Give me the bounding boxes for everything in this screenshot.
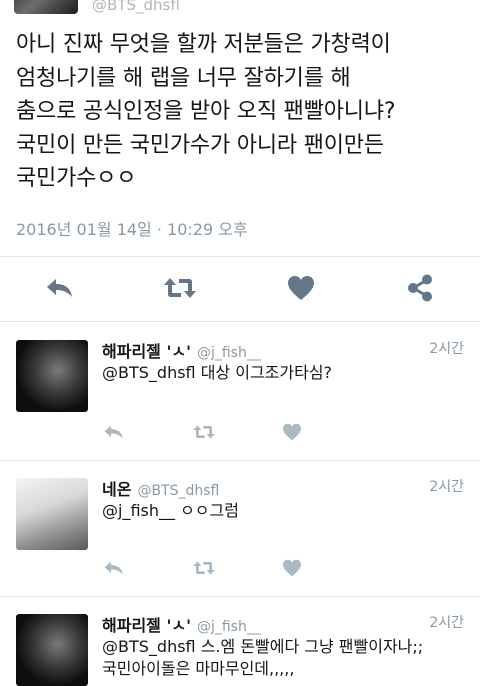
- like-button[interactable]: [280, 556, 304, 580]
- divider: [0, 596, 480, 597]
- avatar[interactable]: [16, 614, 88, 686]
- reply-author-handle: @BTS_dhsfl: [137, 483, 220, 499]
- retweet-button[interactable]: [192, 556, 216, 580]
- reply-text: @BTS_dhsfl 대상 이그조가타심?: [102, 362, 462, 384]
- avatar[interactable]: [16, 478, 88, 550]
- share-icon: [408, 274, 432, 302]
- reply-line: 국민아이돌은 마마무인데,,,,,: [102, 659, 295, 678]
- retweet-icon: [164, 278, 196, 298]
- heart-icon: [288, 276, 314, 300]
- reply-author-handle: @j_fish__: [196, 345, 261, 361]
- reply-author[interactable]: 해파리젤 'ㅅ' @j_fish__: [102, 338, 261, 362]
- retweet-icon: [193, 425, 215, 439]
- reply-author-handle: @j_fish__: [196, 619, 261, 635]
- tweet-line: 아니 진짜 무엇을 할까 저분들은 가창력이: [16, 32, 391, 57]
- reply-author-name: 네온: [102, 480, 132, 499]
- reply-time: 2시간: [429, 479, 464, 495]
- divider: [0, 256, 480, 257]
- reply-time: 2시간: [429, 615, 464, 631]
- reply-author[interactable]: 네온 @BTS_dhsfl: [102, 476, 219, 500]
- reply-button[interactable]: [102, 420, 126, 444]
- tweet-line: 국민가수ㅇㅇ: [16, 166, 137, 191]
- like-button[interactable]: [281, 268, 321, 308]
- reply-actions: [102, 556, 322, 580]
- reply-line: @BTS_dhsfl 스.엠 돈빨에다 그냥 팬빨이자나;;: [102, 637, 424, 656]
- reply-tweet[interactable]: 네온 @BTS_dhsfl 2시간 @j_fish__ ㅇㅇ그럼: [0, 476, 480, 594]
- heart-icon: [283, 559, 301, 577]
- tweet-line: 춤으로 공식인정을 받아 오직 팬빨아니냐?: [16, 99, 396, 124]
- retweet-button[interactable]: [192, 420, 216, 444]
- divider: [0, 460, 480, 461]
- avatar[interactable]: [16, 340, 88, 412]
- main-tweet-text: 아니 진짜 무엇을 할까 저분들은 가창력이 엄청나기를 해 랩을 너무 잘하기…: [16, 28, 478, 196]
- tweet-timestamp: 2016년 01월 14일 · 10:29 오후: [16, 220, 248, 239]
- avatar[interactable]: [14, 0, 78, 14]
- share-button[interactable]: [400, 268, 440, 308]
- reply-author[interactable]: 해파리젤 'ㅅ' @j_fish__: [102, 612, 261, 636]
- reply-author-name: 해파리젤 'ㅅ': [102, 616, 191, 635]
- heart-icon: [283, 423, 301, 441]
- reply-tweet[interactable]: 해파리젤 'ㅅ' @j_fish__ 2시간 @BTS_dhsfl 대상 이그조가…: [0, 338, 480, 458]
- reply-actions: [102, 420, 322, 444]
- main-tweet-actions: [0, 268, 480, 308]
- top-handle: @BTS_dhsfl: [92, 0, 180, 14]
- reply-button[interactable]: [102, 556, 126, 580]
- retweet-button[interactable]: [160, 268, 200, 308]
- reply-button[interactable]: [40, 268, 80, 308]
- reply-icon: [104, 561, 123, 575]
- reply-tweet[interactable]: 해파리젤 'ㅅ' @j_fish__ 2시간 @BTS_dhsfl 스.엠 돈빨에…: [0, 612, 480, 686]
- reply-line: @BTS_dhsfl 대상 이그조가타심?: [102, 363, 333, 382]
- reply-text: @BTS_dhsfl 스.엠 돈빨에다 그냥 팬빨이자나;; 국민아이돌은 마마…: [102, 636, 462, 680]
- tweet-line: 엄청나기를 해 랩을 너무 잘하기를 해: [16, 65, 351, 91]
- reply-line: @j_fish__ ㅇㅇ그럼: [102, 501, 239, 520]
- divider: [0, 321, 480, 322]
- reply-icon: [47, 279, 72, 297]
- reply-time: 2시간: [429, 341, 464, 357]
- like-button[interactable]: [280, 420, 304, 444]
- retweet-icon: [193, 561, 215, 575]
- reply-icon: [104, 425, 123, 439]
- reply-author-name: 해파리젤 'ㅅ': [102, 342, 191, 361]
- top-header-strip: @BTS_dhsfl: [0, 0, 480, 16]
- tweet-line: 국민이 만든 국민가수가 아니라 팬이만든: [16, 132, 384, 158]
- reply-text: @j_fish__ ㅇㅇ그럼: [102, 500, 462, 522]
